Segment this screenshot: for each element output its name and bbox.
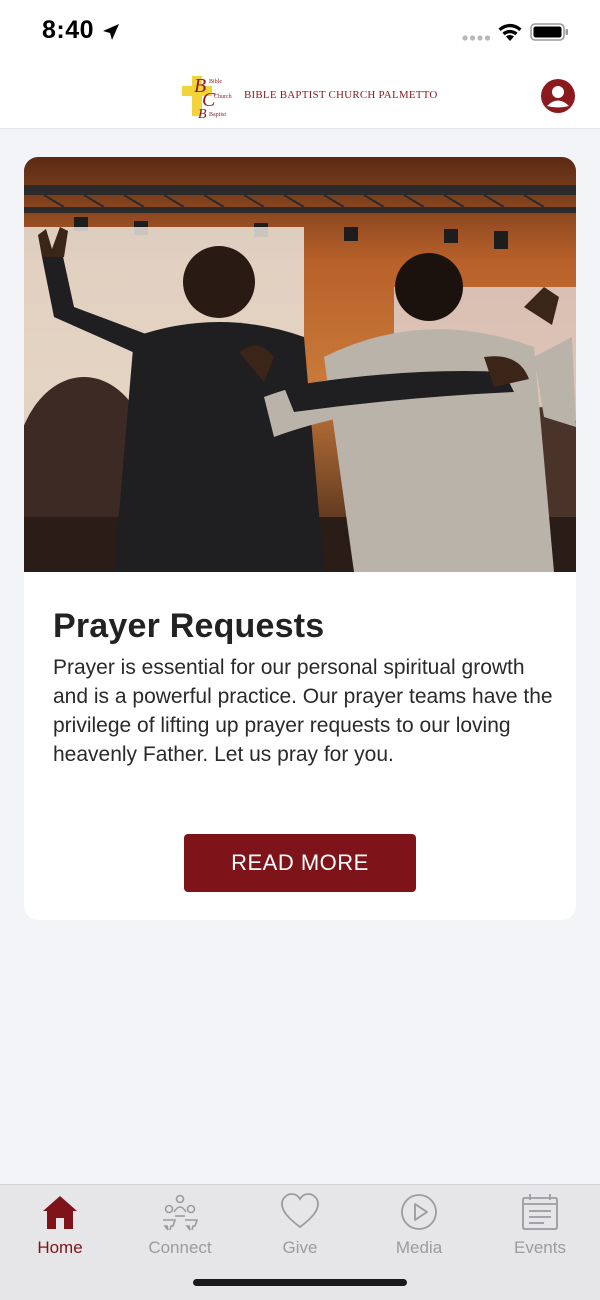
location-arrow-icon (103, 24, 119, 40)
tab-events[interactable]: Events (480, 1185, 600, 1265)
card-description: Prayer is essential for our personal spi… (53, 656, 553, 766)
signal-dots-icon (462, 35, 490, 41)
tab-events-label: Events (514, 1238, 566, 1257)
home-indicator[interactable] (193, 1279, 407, 1286)
tab-home[interactable]: Home (0, 1185, 120, 1265)
profile-button[interactable] (541, 79, 575, 113)
tab-home-label: Home (37, 1238, 83, 1257)
heart-icon (281, 1193, 319, 1229)
battery-icon (530, 23, 568, 41)
svg-text:Church: Church (214, 94, 232, 100)
prayer-requests-card: Prayer Requests Prayer is essential for … (24, 157, 576, 920)
app-header: B C B Bible Church Baptist BIBLE BAPTIST… (0, 64, 600, 129)
user-profile-icon (547, 86, 569, 108)
tab-connect[interactable]: Connect (120, 1185, 240, 1265)
svg-text:B: B (198, 107, 207, 122)
tab-connect-label: Connect (148, 1238, 212, 1257)
wifi-icon (498, 23, 522, 41)
svg-text:Baptist: Baptist (209, 112, 226, 118)
card-title: Prayer Requests (53, 607, 325, 645)
tab-media[interactable]: Media (359, 1185, 479, 1265)
tab-media-label: Media (395, 1238, 443, 1257)
tab-give[interactable]: Give (240, 1185, 360, 1265)
tab-give-label: Give (282, 1238, 318, 1257)
church-name-logo-text: BIBLE BAPTIST CHURCH PALMETTO (244, 89, 438, 101)
worship-photo (24, 157, 576, 572)
calendar-icon (522, 1194, 558, 1230)
church-logo-icon[interactable]: B C B Bible Church Baptist (180, 70, 232, 122)
read-more-button[interactable]: READ MORE (184, 834, 416, 892)
people-icon (163, 1194, 199, 1231)
home-icon (43, 1196, 77, 1229)
status-time: 8:40 (42, 16, 95, 44)
svg-text:Bible: Bible (209, 79, 222, 85)
status-bar: 8:40 (0, 0, 600, 64)
play-icon (401, 1194, 437, 1230)
